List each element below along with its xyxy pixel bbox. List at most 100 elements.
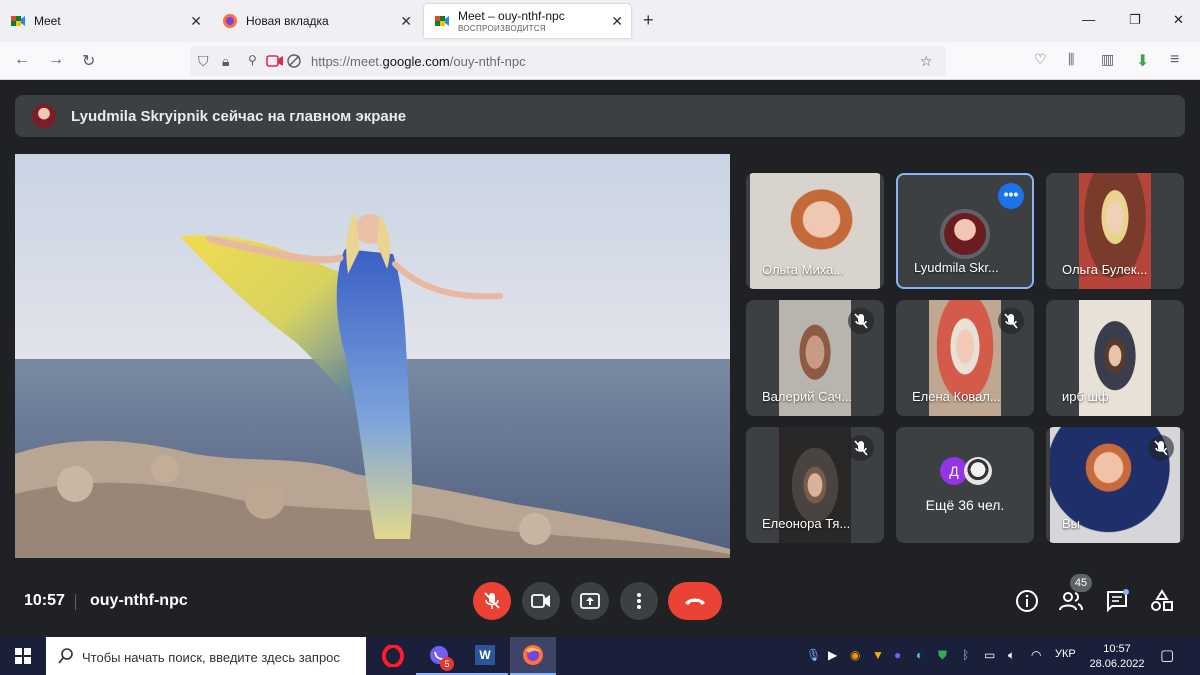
tray-mic-icon[interactable]: 🎙︎: [806, 648, 821, 662]
leave-call-button[interactable]: [668, 582, 722, 620]
participant-name: ирб шф: [1062, 389, 1109, 404]
taskbar-app-word[interactable]: W: [462, 637, 508, 675]
bookmark-star-icon[interactable]: ☆: [920, 53, 933, 70]
divider: [75, 594, 76, 610]
camera-in-use-icon[interactable]: [266, 55, 284, 67]
participant-tile-pinned[interactable]: ••• Lyudmila Skr...: [896, 173, 1034, 289]
url-path: /ouy-nthf-npc: [449, 54, 526, 69]
tray-volume-icon[interactable]: 🔈︎: [1008, 648, 1015, 663]
participant-tile[interactable]: Валерий Сач...: [746, 300, 884, 416]
more-participants-tile[interactable]: Д Ещё 36 чел.: [896, 427, 1034, 543]
taskbar-app-viber[interactable]: 5: [416, 637, 462, 675]
participant-tile[interactable]: Ольга Миха...: [746, 173, 884, 289]
sidebar-icon[interactable]: ▥: [1101, 51, 1114, 68]
more-vert-icon: [637, 593, 641, 609]
menu-icon[interactable]: ≡: [1170, 51, 1179, 69]
tab-title: Meet – ouy-nthf-npc: [458, 9, 565, 23]
tab-meet-active[interactable]: Meet – ouy-nthf-npc ВОСПРОИЗВОДИТСЯ ✕: [424, 4, 631, 38]
search-placeholder: Чтобы начать поиск, введите здесь запрос: [82, 650, 340, 665]
self-view-tile[interactable]: Вы: [1046, 427, 1184, 543]
lock-icon[interactable]: 🔒︎: [222, 53, 229, 70]
hang-up-icon: [685, 598, 705, 605]
start-button[interactable]: [0, 637, 46, 675]
muted-mic-icon: [848, 308, 874, 334]
presenter-avatar: [32, 104, 56, 128]
minimize-icon[interactable]: —: [1082, 12, 1095, 27]
pocket-icon[interactable]: ♡: [1034, 51, 1047, 68]
people-icon[interactable]: [1058, 588, 1084, 614]
participant-tile[interactable]: ирб шф: [1046, 300, 1184, 416]
windows-taskbar: Чтобы начать поиск, введите здесь запрос…: [0, 637, 1200, 675]
taskbar-app-firefox[interactable]: [510, 637, 556, 675]
tray-language[interactable]: УКР: [1055, 648, 1076, 660]
close-tab-icon[interactable]: ✕: [400, 13, 412, 30]
activities-icon[interactable]: [1149, 588, 1175, 614]
participant-name: Вы: [1062, 516, 1081, 531]
participant-avatar: [940, 209, 990, 259]
notifications-icon[interactable]: ▢: [1160, 646, 1174, 664]
mic-off-icon: [484, 592, 500, 609]
muted-mic-icon: [1148, 435, 1174, 461]
tab-new-tab[interactable]: Новая вкладка ✕: [212, 4, 420, 38]
participant-tile[interactable]: Ольга Булек...: [1046, 173, 1184, 289]
tray-avast-icon[interactable]: ◉: [850, 648, 860, 662]
taskbar-search[interactable]: Чтобы начать поиск, введите здесь запрос: [46, 637, 366, 675]
firefox-icon: [223, 14, 237, 28]
url-text[interactable]: https://meet.google.com/ouy-nthf-npc: [311, 54, 526, 69]
firefox-icon: [523, 645, 543, 665]
present-icon: [580, 593, 600, 609]
download-extension-icon[interactable]: ⬇: [1136, 51, 1149, 71]
participant-tile[interactable]: Елеонора Тя...: [746, 427, 884, 543]
close-tab-icon[interactable]: ✕: [611, 13, 623, 30]
meeting-code: ouy-nthf-npc: [90, 592, 188, 609]
main-video[interactable]: [15, 154, 730, 558]
close-tab-icon[interactable]: ✕: [190, 13, 202, 30]
more-options-button[interactable]: •••: [998, 183, 1024, 209]
muted-mic-icon: [848, 435, 874, 461]
taskbar-clock[interactable]: 10:57 28.06.2022: [1088, 642, 1146, 672]
url-domain: google.com: [382, 54, 450, 69]
chat-icon[interactable]: [1104, 588, 1130, 614]
library-icon[interactable]: ⫼: [1068, 51, 1074, 68]
taskbar-app-opera[interactable]: [370, 637, 416, 675]
forward-icon[interactable]: →: [48, 51, 64, 69]
tab-text: Meet – ouy-nthf-npc ВОСПРОИЗВОДИТСЯ: [458, 9, 565, 33]
navigation-bar: ← → ↻ ⛉ 🔒︎ ⚲ https://meet.google.com/ouy…: [0, 42, 1200, 80]
restore-icon[interactable]: ❐: [1129, 12, 1141, 28]
participant-name: Ольга Миха...: [762, 262, 845, 277]
tray-battery-icon[interactable]: ▭: [984, 648, 995, 662]
camera-icon: [531, 594, 550, 608]
autoplay-blocked-icon[interactable]: [287, 54, 301, 68]
present-screen-button[interactable]: [571, 582, 609, 620]
tray-folder-icon[interactable]: ▼: [872, 648, 884, 662]
tab-playing-label: ВОСПРОИЗВОДИТСЯ: [458, 24, 547, 33]
participant-tile[interactable]: Елена Ковал...: [896, 300, 1034, 416]
camera-toggle-button[interactable]: [522, 582, 560, 620]
tab-title: Новая вкладка: [246, 14, 329, 28]
close-window-icon[interactable]: ✕: [1173, 12, 1184, 28]
more-options-button[interactable]: [620, 582, 658, 620]
opera-icon: [382, 645, 404, 667]
tray-camera-icon[interactable]: ▶: [828, 648, 837, 662]
tab-meet[interactable]: Meet ✕: [0, 4, 210, 38]
muted-mic-icon: [998, 308, 1024, 334]
tray-bluetooth-icon[interactable]: ᛒ: [962, 648, 969, 662]
permissions-icon[interactable]: ⚲: [248, 53, 257, 67]
microphone-toggle-button[interactable]: [473, 582, 511, 620]
presenter-banner: Lyudmila Skryipnik сейчас на главном экр…: [15, 95, 1185, 137]
tray-app-icon[interactable]: ◐: [916, 648, 923, 662]
url-bar[interactable]: ⛉ 🔒︎ ⚲ https://meet.google.com/ouy-nthf-…: [190, 46, 946, 76]
tray-network-icon[interactable]: ◠: [1031, 648, 1041, 662]
tray-viber-icon[interactable]: ●: [894, 648, 901, 662]
new-tab-icon[interactable]: +: [643, 10, 654, 31]
video-frame: [15, 154, 730, 558]
meeting-info-icon[interactable]: [1014, 588, 1040, 614]
reload-icon[interactable]: ↻: [82, 51, 95, 71]
taskbar-date: 28.06.2022: [1089, 658, 1145, 670]
back-icon[interactable]: ←: [14, 51, 30, 69]
participant-name: Валерий Сач...: [762, 389, 853, 404]
word-icon: W: [475, 645, 495, 665]
shield-icon[interactable]: ⛉: [198, 53, 209, 70]
participant-avatar: [964, 457, 992, 485]
tray-security-icon[interactable]: ⛊: [938, 648, 947, 663]
